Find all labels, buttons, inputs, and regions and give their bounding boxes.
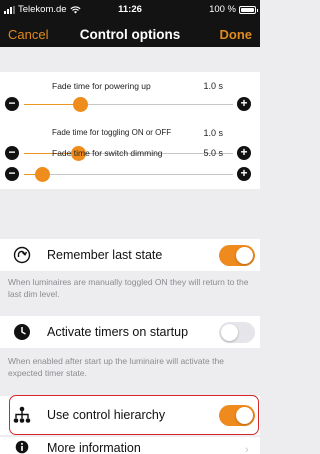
clock-icon	[14, 324, 30, 340]
slider-label: Fade time for powering up	[52, 81, 151, 91]
decrease-icon[interactable]: −	[5, 97, 19, 111]
status-bar: Telekom.de 11:26 100 %	[0, 0, 260, 18]
slider-label: Fade time for toggling ON or OFF	[52, 128, 172, 137]
slider-thumb[interactable]	[72, 96, 88, 112]
info-icon	[15, 440, 29, 454]
cancel-button[interactable]: Cancel	[8, 27, 48, 42]
highlight-outline	[9, 395, 259, 435]
more-information-label: More information	[47, 441, 141, 454]
toggle-knob	[236, 247, 253, 264]
slider-value: 5.0 s	[203, 148, 223, 158]
nav-bar: Cancel Control options Done	[0, 19, 260, 47]
toggle-knob	[221, 324, 238, 341]
restore-icon	[13, 246, 31, 264]
battery-percent: 100 %	[209, 4, 236, 15]
slider-thumb[interactable]	[35, 166, 51, 182]
activate-timers-row: Activate timers on startup	[0, 316, 260, 348]
slider-track[interactable]	[24, 166, 233, 182]
header: Telekom.de 11:26 100 % Cancel Control op…	[0, 0, 260, 47]
activate-timers-toggle[interactable]	[219, 322, 255, 343]
remember-last-state-toggle[interactable]	[219, 245, 255, 266]
slider-value: 1.0 s	[203, 128, 223, 138]
slider-value: 1.0 s	[203, 81, 223, 91]
slider-fill	[24, 104, 81, 105]
decrease-icon[interactable]: −	[5, 146, 19, 160]
more-information-row[interactable]: More information	[0, 437, 260, 454]
increase-icon[interactable]: +	[237, 146, 251, 160]
remember-last-state-label: Remember last state	[47, 248, 163, 262]
fade-settings-group: Fade time for powering up 1.0 s − + Fade…	[0, 72, 260, 189]
done-button[interactable]: Done	[220, 27, 253, 42]
decrease-icon[interactable]: −	[5, 167, 19, 181]
slider-label: Fade time for switch dimming	[52, 148, 163, 158]
increase-icon[interactable]: +	[237, 167, 251, 181]
activate-timers-description: When enabled after start up the luminair…	[8, 356, 224, 378]
battery-icon	[239, 5, 258, 14]
remember-last-state-row: Remember last state	[0, 239, 260, 271]
slider-track[interactable]	[24, 96, 233, 112]
increase-icon[interactable]: +	[237, 97, 251, 111]
remember-last-state-description: When luminaires are manually toggled ON …	[8, 277, 249, 299]
activate-timers-label: Activate timers on startup	[47, 325, 189, 339]
chevron-right-icon: ›	[245, 444, 249, 454]
